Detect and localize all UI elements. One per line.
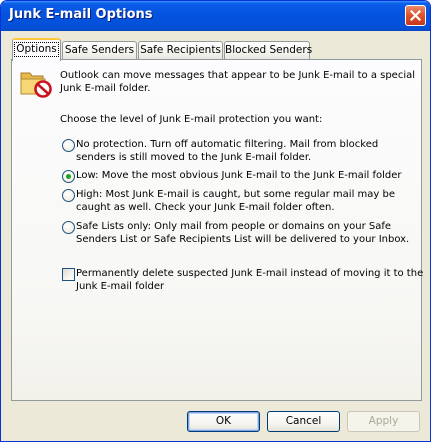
junk-email-options-dialog: Junk E-mail Options Options Safe Senders… — [0, 0, 431, 442]
cancel-button[interactable]: Cancel — [267, 411, 340, 432]
radio-selected-dot — [66, 174, 71, 179]
apply-button[interactable]: Apply — [347, 411, 420, 432]
permanently-delete-label-line1[interactable]: Permanently delete suspected Junk E-mail… — [76, 267, 423, 280]
options-panel: Outlook can move messages that appear to… — [11, 59, 423, 401]
tab-options[interactable]: Options — [12, 38, 61, 61]
tab-safe-senders[interactable]: Safe Senders — [62, 41, 137, 60]
no-protection-label-line2[interactable]: senders is still moved to the Junk E-mai… — [76, 151, 311, 164]
intro-text-line2: Junk E-mail folder. — [60, 83, 151, 94]
close-icon — [410, 10, 421, 21]
tab-blocked-senders[interactable]: Blocked Senders — [224, 41, 312, 60]
intro-text-line1: Outlook can move messages that appear to… — [60, 70, 416, 81]
ok-button[interactable]: OK — [187, 411, 260, 432]
safe-lists-label-line1[interactable]: Safe Lists only: Only mail from people o… — [76, 220, 391, 233]
safe-lists-label-line2[interactable]: Senders List or Safe Recipients List wil… — [76, 233, 409, 246]
radio-low[interactable] — [62, 170, 75, 183]
radio-safe-lists-only[interactable] — [62, 221, 75, 234]
permanently-delete-label-line2[interactable]: Junk E-mail folder — [76, 280, 164, 293]
close-button[interactable] — [405, 5, 426, 26]
junk-folder-icon — [20, 72, 52, 98]
permanently-delete-checkbox[interactable] — [62, 268, 75, 281]
tab-safe-recipients[interactable]: Safe Recipients — [138, 41, 223, 60]
high-label-line1[interactable]: High: Most Junk E-mail is caught, but so… — [76, 188, 395, 201]
radio-high[interactable] — [62, 189, 75, 202]
radio-no-protection[interactable] — [62, 139, 75, 152]
tab-options-label: Options — [14, 42, 59, 57]
title-bar[interactable]: Junk E-mail Options — [1, 1, 430, 31]
low-label[interactable]: Low: Move the most obvious Junk E-mail t… — [76, 169, 402, 182]
no-protection-label-line1[interactable]: No protection. Turn off automatic filter… — [76, 138, 378, 151]
high-label-line2[interactable]: caught as well. Check your Junk E-mail f… — [76, 201, 335, 214]
window-title: Junk E-mail Options — [9, 7, 153, 22]
choose-level-label: Choose the level of Junk E-mail protecti… — [60, 114, 323, 125]
